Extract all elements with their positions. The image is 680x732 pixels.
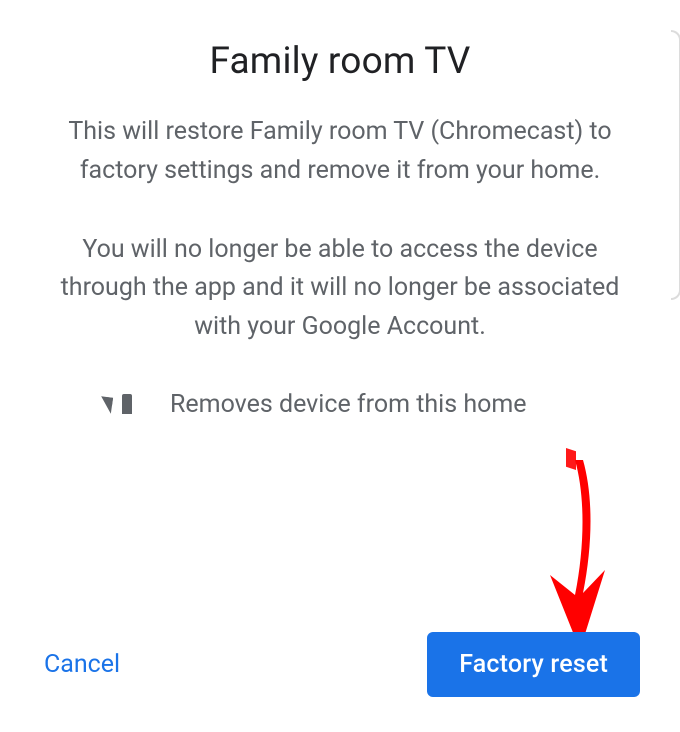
dialog-description-2: You will no longer be able to access the…	[40, 231, 640, 347]
dialog-button-row: Cancel Factory reset	[40, 632, 640, 697]
factory-reset-dialog: Family room TV This will restore Family …	[0, 0, 680, 732]
home-icon	[100, 391, 140, 417]
annotation-arrow-icon	[535, 455, 615, 655]
dialog-description-1: This will restore Family room TV (Chrome…	[40, 113, 640, 191]
factory-reset-button[interactable]: Factory reset	[427, 632, 640, 697]
remove-from-home-label: Removes device from this home	[170, 387, 527, 422]
annotation-marker-fragment	[566, 448, 576, 470]
panel-border-fragment	[671, 30, 680, 300]
dialog-title: Family room TV	[40, 40, 640, 83]
cancel-button[interactable]: Cancel	[40, 640, 124, 689]
remove-from-home-row: Removes device from this home	[100, 387, 640, 422]
